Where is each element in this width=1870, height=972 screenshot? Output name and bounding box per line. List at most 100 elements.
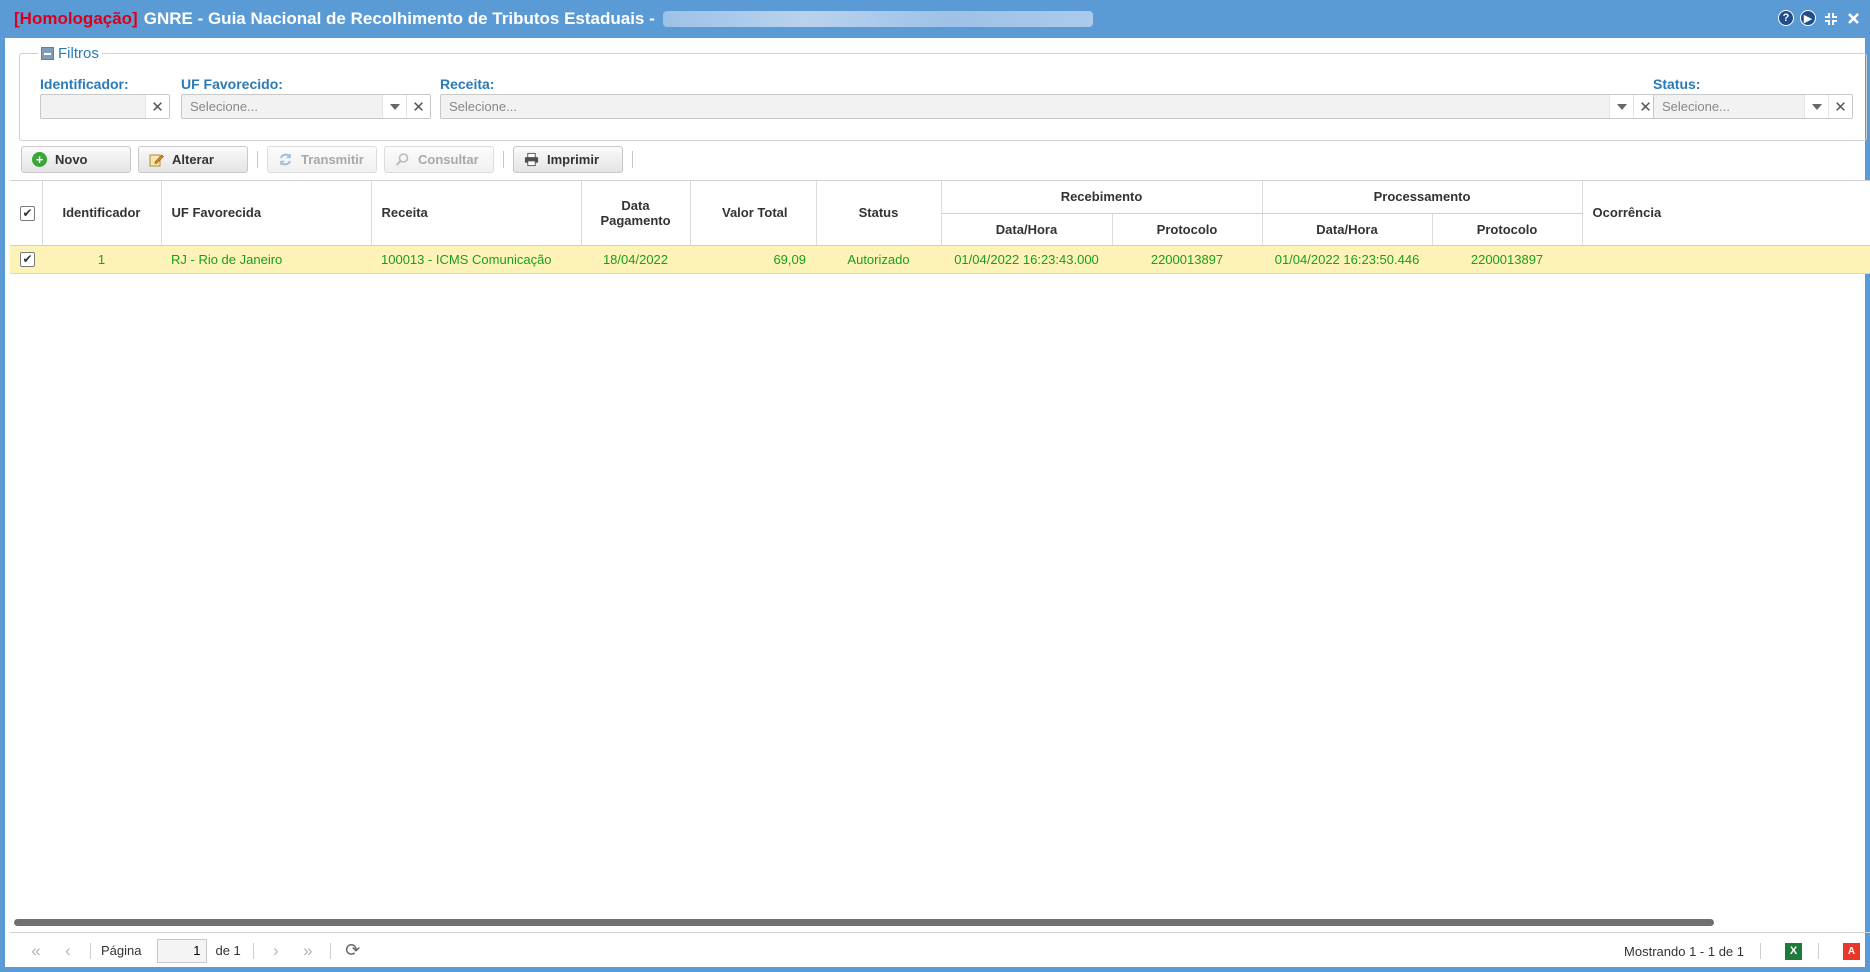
cell-status: Autorizado — [816, 245, 941, 274]
cell-data-pagamento: 18/04/2022 — [581, 245, 690, 274]
help-icon[interactable]: ? — [1778, 10, 1794, 26]
alterar-button[interactable]: Alterar — [138, 146, 248, 173]
col-data-pagamento[interactable]: Data Pagamento — [581, 181, 691, 246]
last-page-icon[interactable]: » — [296, 939, 320, 963]
identificador-label: Identificador: — [40, 76, 129, 92]
toolbar: + Novo Alterar Transmitir Consultar Impr… — [21, 146, 642, 173]
next-page-icon[interactable]: › — [264, 939, 288, 963]
page-number-input[interactable] — [157, 938, 208, 963]
col-uf-favorecida[interactable]: UF Favorecida — [161, 181, 372, 246]
toolbar-separator — [257, 151, 258, 168]
cell-processamento-data-hora: 01/04/2022 16:23:50.446 — [1262, 245, 1433, 274]
chevron-down-icon[interactable] — [382, 95, 406, 118]
uf-favorecido-label: UF Favorecido: — [181, 76, 283, 92]
gnre-grid: ✔ Identificador UF Favorecida Receita Da… — [10, 180, 1870, 920]
uf-favorecido-input[interactable] — [182, 95, 382, 118]
row-checkbox[interactable]: ✔ — [10, 245, 42, 274]
imprimir-button[interactable]: Imprimir — [513, 146, 623, 173]
add-icon: + — [32, 152, 47, 167]
receita-select[interactable]: ✕ — [440, 94, 1658, 119]
environment-tag: [Homologação] — [14, 9, 138, 28]
pager-right: Mostrando 1 - 1 de 1 X A — [1624, 933, 1860, 969]
filters-legend[interactable]: Filtros — [38, 45, 102, 62]
previous-page-icon[interactable]: ‹ — [56, 939, 80, 963]
cell-identificador: 1 — [42, 245, 161, 274]
page-total-label: de 1 — [215, 943, 241, 958]
receita-label: Receita: — [440, 76, 495, 92]
consultar-button[interactable]: Consultar — [384, 146, 494, 173]
filters-panel: Filtros Identificador: ✕ UF Favorecido: … — [19, 45, 1867, 141]
transmitir-label: Transmitir — [301, 152, 364, 167]
toolbar-separator — [632, 151, 633, 168]
cell-processamento-protocolo: 2200013897 — [1432, 245, 1583, 274]
close-icon[interactable] — [1845, 10, 1862, 27]
cell-receita: 100013 - ICMS Comunicação — [371, 245, 581, 274]
col-receita[interactable]: Receita — [371, 181, 582, 246]
col-status[interactable]: Status — [816, 181, 942, 246]
identificador-input[interactable] — [41, 95, 145, 118]
checkbox-icon[interactable]: ✔ — [20, 251, 35, 267]
refresh-icon[interactable]: ⟳ — [341, 939, 365, 963]
col-recebimento-protocolo[interactable]: Protocolo — [1112, 213, 1263, 246]
window-tools: ? ▶ — [1778, 10, 1862, 27]
gnre-window: [Homologação] GNRE - Guia Nacional de Re… — [0, 0, 1870, 972]
col-processamento-protocolo[interactable]: Protocolo — [1432, 213, 1583, 246]
clear-status-icon[interactable]: ✕ — [1828, 95, 1852, 118]
status-select[interactable]: ✕ — [1653, 94, 1853, 119]
pager-separator — [329, 942, 331, 959]
col-recebimento-data-hora[interactable]: Data/Hora — [941, 213, 1113, 246]
checkbox-icon[interactable]: ✔ — [20, 205, 35, 221]
showing-count: Mostrando 1 - 1 de 1 — [1624, 943, 1744, 959]
collapse-icon[interactable] — [1822, 10, 1839, 27]
consultar-label: Consultar — [418, 152, 479, 167]
sync-icon — [278, 152, 293, 167]
novo-label: Novo — [55, 152, 88, 167]
cell-recebimento-protocolo: 2200013897 — [1112, 245, 1263, 274]
col-processamento-data-hora[interactable]: Data/Hora — [1262, 213, 1433, 246]
redacted-company-name — [662, 11, 1093, 27]
identificador-field: ✕ — [40, 94, 170, 119]
play-icon[interactable]: ▶ — [1800, 10, 1816, 26]
col-identificador[interactable]: Identificador — [42, 181, 162, 246]
alterar-label: Alterar — [172, 152, 214, 167]
clear-uf-icon[interactable]: ✕ — [406, 95, 430, 118]
pdf-export-icon[interactable]: A — [1843, 942, 1860, 960]
novo-button[interactable]: + Novo — [21, 146, 131, 173]
toolbar-separator — [503, 151, 504, 168]
col-group-processamento: Processamento — [1262, 181, 1583, 214]
horizontal-scrollbar[interactable] — [14, 919, 1714, 926]
cell-uf-favorecida: RJ - Rio de Janeiro — [161, 245, 371, 274]
printer-icon — [524, 152, 539, 167]
pager-separator — [1818, 943, 1819, 959]
first-page-icon[interactable]: « — [24, 939, 48, 963]
receita-input[interactable] — [441, 95, 1609, 118]
chevron-down-icon[interactable] — [1609, 95, 1633, 118]
window-title: GNRE - Guia Nacional de Recolhimento de … — [143, 9, 655, 28]
cell-valor-total: 69,09 — [690, 245, 816, 274]
title-bar: [Homologação] GNRE - Guia Nacional de Re… — [0, 0, 1870, 38]
col-ocorrencia[interactable]: Ocorrência — [1582, 181, 1870, 246]
pager-separator — [252, 942, 254, 959]
collapse-filters-icon[interactable] — [41, 47, 54, 60]
filters-title: Filtros — [58, 45, 99, 62]
pagination-bar: « ‹ Página de 1 › » ⟳ Mostrando 1 - 1 de… — [10, 932, 1870, 968]
gnre-table: ✔ Identificador UF Favorecida Receita Da… — [10, 181, 1870, 274]
col-valor-total[interactable]: Valor Total — [690, 181, 817, 246]
transmitir-button[interactable]: Transmitir — [267, 146, 377, 173]
table-row[interactable]: ✔ 1 RJ - Rio de Janeiro 100013 - ICMS Co… — [10, 245, 1870, 274]
edit-icon — [149, 152, 164, 167]
chevron-down-icon[interactable] — [1804, 95, 1828, 118]
pager-separator — [90, 942, 91, 959]
pager-separator — [1760, 943, 1761, 959]
clear-identificador-icon[interactable]: ✕ — [145, 95, 169, 118]
search-icon — [395, 152, 410, 167]
status-label: Status: — [1653, 76, 1701, 92]
col-group-recebimento: Recebimento — [941, 181, 1263, 214]
status-input[interactable] — [1654, 95, 1804, 118]
select-all-header[interactable]: ✔ — [10, 181, 43, 246]
excel-export-icon[interactable]: X — [1785, 942, 1802, 960]
cell-recebimento-data-hora: 01/04/2022 16:23:43.000 — [941, 245, 1112, 274]
cell-ocorrencia — [1582, 245, 1870, 274]
pagina-label: Página — [101, 943, 142, 958]
uf-favorecido-select[interactable]: ✕ — [181, 94, 431, 119]
